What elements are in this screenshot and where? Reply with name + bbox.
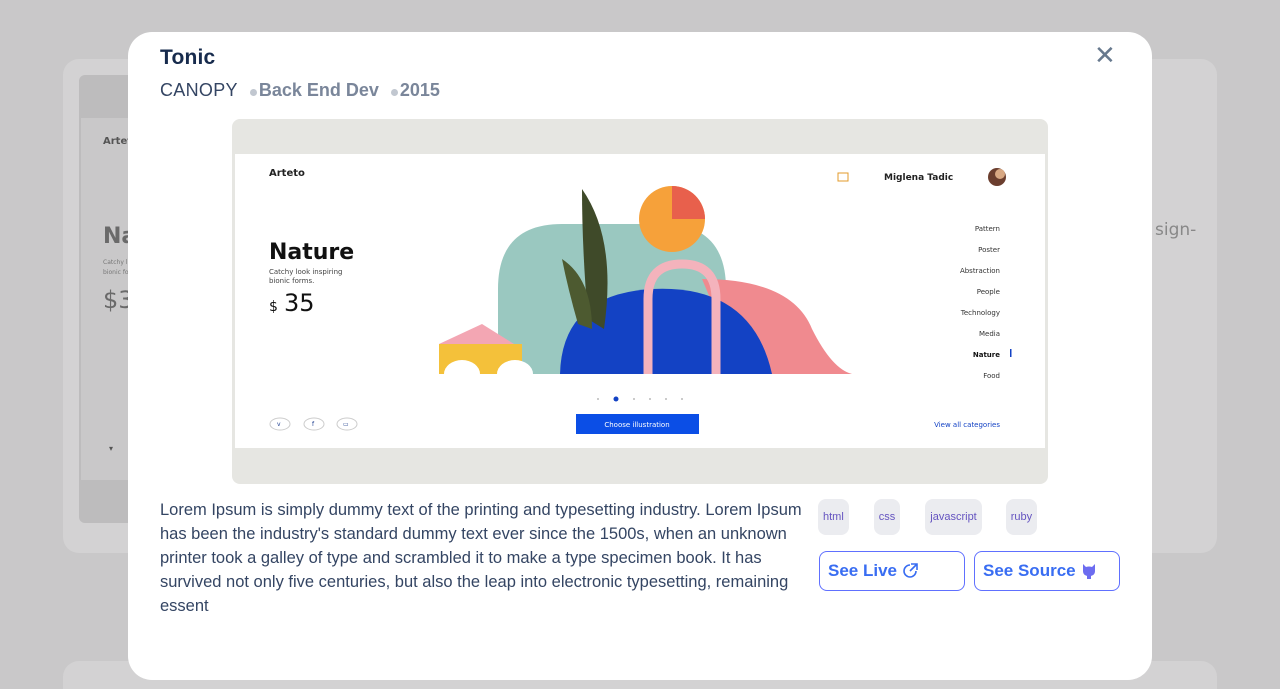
screenshot-user-name: Miglena Tadic (884, 173, 953, 183)
background-side-text: sign- (1155, 220, 1197, 240)
external-link-icon (901, 562, 919, 580)
action-buttons: See Live See Source (819, 551, 1120, 591)
see-source-label: See Source (983, 561, 1076, 580)
meta-dot-icon (249, 89, 257, 96)
category-item: Food (983, 372, 1000, 380)
project-meta: CANOPY Back End Dev 2015 (160, 80, 440, 101)
choose-illustration-label: Choose illustration (604, 421, 669, 429)
svg-text:v: v (277, 421, 281, 428)
see-live-button[interactable]: See Live (819, 551, 965, 591)
project-year: 2015 (399, 80, 440, 100)
screenshot-image: Arteto Miglena Tadic Nature Catchy look … (235, 154, 1045, 448)
screenshot-currency: $ (269, 299, 278, 315)
screenshot-brand: Arteto (269, 168, 305, 179)
category-item: Poster (978, 246, 1000, 254)
project-description: Lorem Ipsum is simply dummy text of the … (160, 501, 802, 615)
close-icon[interactable]: ✕ (1094, 41, 1116, 71)
project-screenshot: Arteto Miglena Tadic Nature Catchy look … (232, 119, 1048, 484)
category-item: Media (979, 330, 1000, 338)
github-icon (1080, 562, 1098, 580)
modal-title: Tonic (160, 46, 216, 69)
category-item: Abstraction (960, 267, 1000, 275)
tag-html: html (818, 499, 849, 535)
category-item: Pattern (975, 225, 1000, 233)
category-item: People (977, 288, 1000, 296)
see-source-button[interactable]: See Source (974, 551, 1120, 591)
svg-text:▭: ▭ (343, 421, 349, 428)
meta-dot-icon (390, 89, 398, 96)
screenshot-subtitle-1: Catchy look inspiring (269, 268, 342, 276)
tag-ruby: ruby (1005, 499, 1038, 535)
category-item-active: Nature (973, 351, 1000, 359)
screenshot-subtitle-2: bionic forms. (269, 277, 314, 285)
see-live-label: See Live (828, 561, 897, 580)
avatar (988, 168, 1006, 186)
project-client: CANOPY (160, 80, 238, 100)
screenshot-price: 35 (284, 289, 315, 317)
view-all-categories-link: View all categories (934, 421, 1000, 429)
active-category-indicator (1010, 349, 1012, 357)
tag-css: css (873, 499, 901, 535)
project-modal: Tonic ✕ CANOPY Back End Dev 2015 Arteto … (128, 32, 1152, 680)
tech-tags: html css javascript ruby (818, 499, 1038, 535)
project-role: Back End Dev (258, 80, 379, 100)
tag-javascript: javascript (925, 499, 982, 535)
screenshot-title: Nature (269, 240, 354, 265)
category-item: Technology (960, 309, 1000, 317)
twitter-icon: ▾ (109, 444, 114, 453)
